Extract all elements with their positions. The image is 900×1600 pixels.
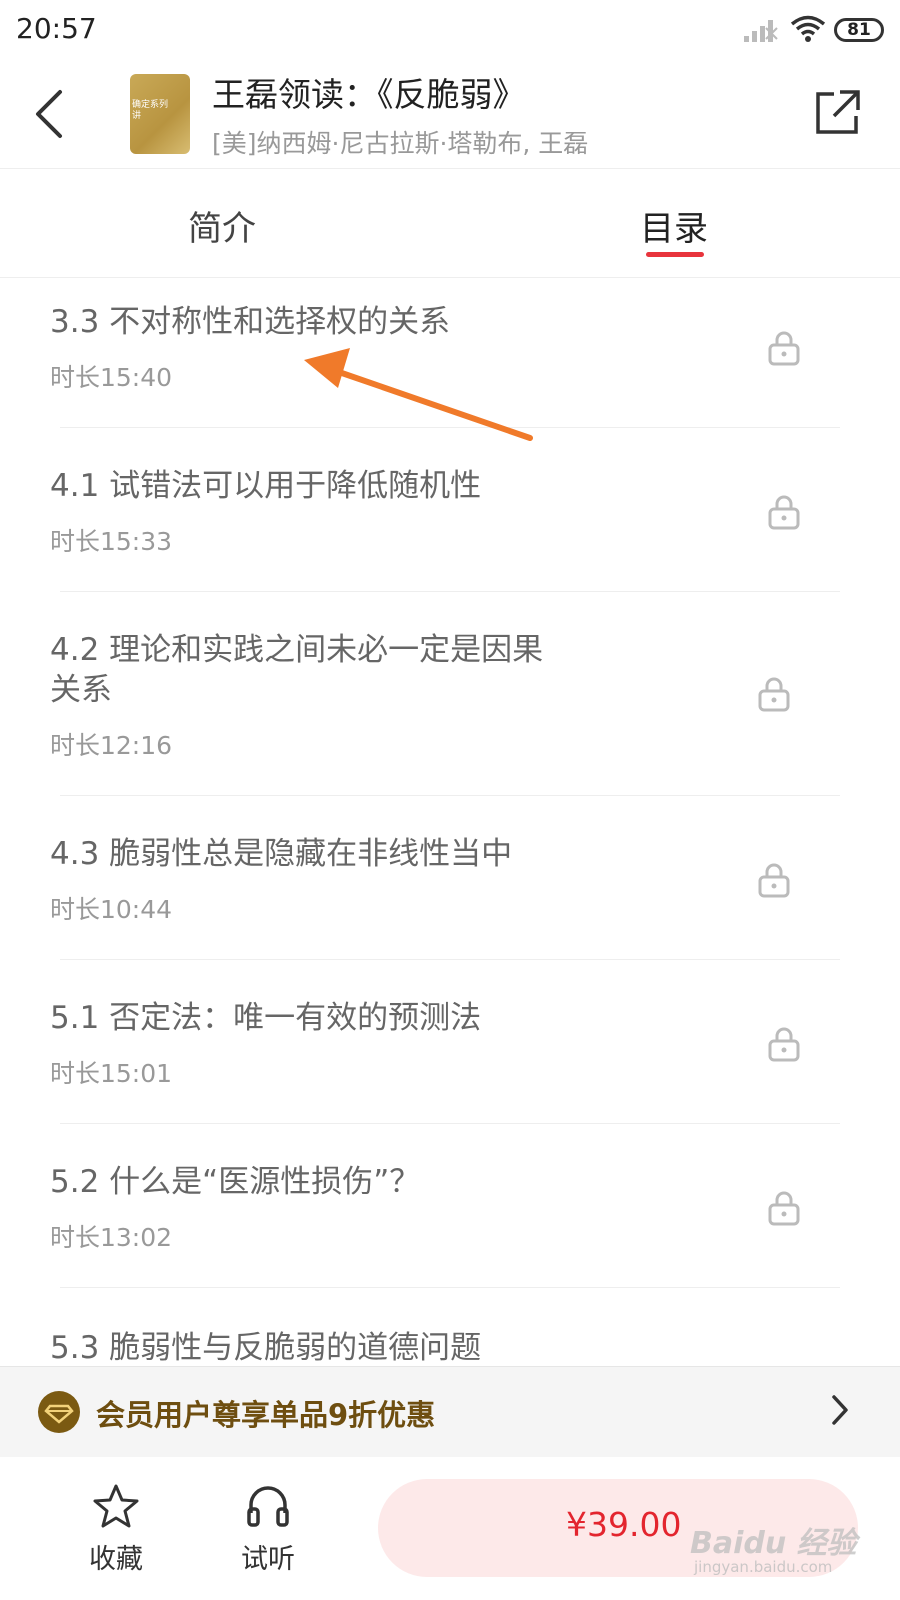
vip-diamond-icon [38, 1391, 80, 1433]
tab-intro[interactable]: 简介 [188, 201, 256, 250]
star-icon [93, 1484, 139, 1528]
cover-text-line1: 确定系列 [132, 100, 169, 110]
back-icon[interactable] [30, 86, 70, 142]
preview-button[interactable]: 试听 [218, 1483, 318, 1576]
book-title: 王磊领读：《反脆弱》 [212, 75, 526, 114]
favorite-button[interactable]: 收藏 [66, 1483, 166, 1576]
battery-level: 81 [847, 20, 871, 40]
active-tab-indicator [646, 252, 704, 257]
headphones-icon [247, 1486, 289, 1527]
cell-signal-icon [744, 20, 778, 42]
chevron-right-icon [832, 1395, 848, 1425]
favorite-label: 收藏 [89, 1544, 143, 1575]
watermark-url: jingyan.baidu.com [694, 1558, 833, 1576]
tab-catalog[interactable]: 目录 [640, 201, 708, 250]
watermark-logo: Baidu 经验 [690, 1526, 857, 1561]
status-time: 20:57 [16, 12, 97, 45]
tab-bar: 简介 目录 [0, 169, 900, 278]
chapter-list: 3.3 不对称性和选择权的关系 时长15:40 4.1 试错法可以用于降低随机性… [0, 278, 900, 1365]
price: ¥39.00 [566, 1505, 682, 1544]
preview-label: 试听 [241, 1544, 295, 1575]
member-discount-banner[interactable]: 会员用户尊享单品9折优惠 [0, 1366, 900, 1457]
book-cover[interactable]: 确定系列 讲 [130, 74, 190, 154]
battery-indicator: 81 [834, 18, 884, 42]
annotation-arrow [304, 348, 533, 441]
book-header: 确定系列 讲 王磊领读：《反脆弱》 [美]纳西姆·尼古拉斯·塔勒布, 王磊 [0, 60, 900, 169]
member-discount-text: 会员用户尊享单品9折优惠 [96, 1398, 436, 1432]
share-icon[interactable] [812, 88, 862, 138]
book-author: [美]纳西姆·尼古拉斯·塔勒布, 王磊 [212, 129, 589, 158]
status-bar: 20:57 81 [0, 0, 900, 60]
wifi-icon [790, 15, 826, 42]
cover-text-line2: 讲 [132, 111, 142, 121]
